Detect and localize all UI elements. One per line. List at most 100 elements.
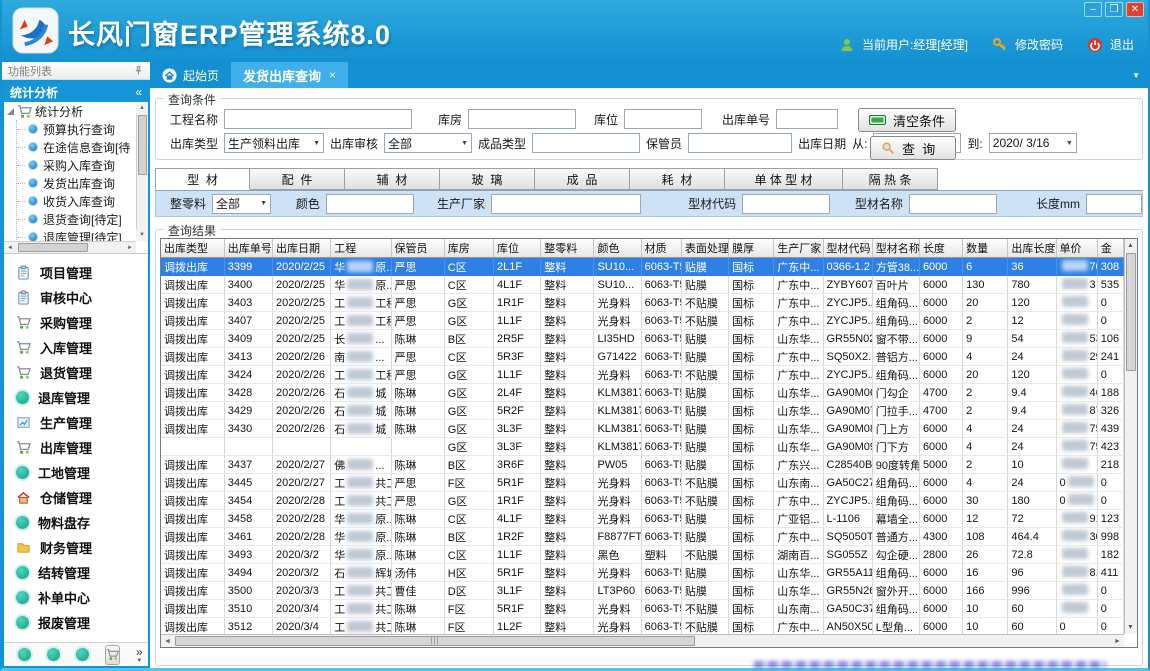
column-header[interactable]: 型材名称 <box>872 239 919 258</box>
whole-part-select[interactable]: 全部▼ <box>212 194 271 214</box>
material-tab[interactable]: 型 材 <box>155 168 250 190</box>
column-header[interactable]: 库房 <box>444 239 493 258</box>
material-tab[interactable]: 单 体 型 材 <box>725 168 843 190</box>
sidebar-more-button[interactable]: » ▼ <box>136 646 143 664</box>
sidebar-item[interactable]: 报废管理 <box>4 610 148 635</box>
column-header[interactable]: 整零料 <box>541 239 594 258</box>
table-row[interactable]: 调拨出库34302020/2/26石城陈琳G区3L3F整料KLM38176063… <box>161 420 1124 438</box>
profile-name-input[interactable] <box>909 194 997 214</box>
column-header[interactable]: 库位 <box>494 239 541 258</box>
table-row[interactable]: 调拨出库34132020/2/26南...严思C区5R3F整料G71422606… <box>161 348 1124 366</box>
table-row[interactable]: 调拨出库34452020/2/27工共工程严思F区5R1F整料光身料6063-T… <box>161 474 1124 492</box>
column-header[interactable]: 数量 <box>963 239 1008 258</box>
date-to-picker[interactable]: 2020/ 3/16▼ <box>989 133 1077 153</box>
cart-button[interactable] <box>105 645 120 665</box>
minimize-button[interactable]: – <box>1084 2 1102 17</box>
audit-select[interactable]: 全部▼ <box>384 133 472 153</box>
sidebar-item[interactable]: 退货管理 <box>4 360 148 385</box>
table-row[interactable]: 调拨出库34932020/3/2华原...陈琳C区1L1F整料黑色塑料不贴膜国标… <box>161 546 1124 564</box>
tree-expander-icon[interactable] <box>7 108 14 115</box>
column-header[interactable]: 出库长度 <box>1008 239 1056 258</box>
column-header[interactable]: 长度 <box>919 239 962 258</box>
scroll-right-icon[interactable]: ► <box>1111 635 1124 648</box>
sidebar-item[interactable]: 项目管理 <box>4 260 148 285</box>
tab-home[interactable]: 起始页 <box>150 62 231 88</box>
scroll-down-icon[interactable]: ▼ <box>1124 621 1137 634</box>
change-password-link[interactable]: 修改密码 <box>1015 36 1063 53</box>
sidebar-item[interactable]: 入库管理 <box>4 335 148 360</box>
table-row[interactable]: 调拨出库34282020/2/26石城陈琳G区2L4F整料KLM38176063… <box>161 384 1124 402</box>
column-header[interactable]: 表面处理 <box>681 239 728 258</box>
table-row[interactable]: 调拨出库34582020/2/28华原...陈琳C区4L1F整料光身料6063-… <box>161 510 1124 528</box>
column-header[interactable]: 膜厚 <box>729 239 774 258</box>
sidebar-item[interactable]: 采购管理 <box>4 310 148 335</box>
column-header[interactable]: 保管员 <box>391 239 444 258</box>
tree-item[interactable]: 退货查询[待定] <box>17 210 136 228</box>
warehouse-input[interactable] <box>468 109 576 129</box>
column-header[interactable]: 出库日期 <box>273 239 331 258</box>
tree-item[interactable]: 预算执行查询 <box>17 120 136 138</box>
table-row[interactable]: 调拨出库34612020/2/28华原...陈琳B区1R2F整料F8877FT6… <box>161 528 1124 546</box>
tree-root[interactable]: 统计分析 <box>4 102 136 120</box>
table-row[interactable]: 调拨出库35122020/3/4工共工程陈琳F区1L2F整料光身料6063-T5… <box>161 618 1124 636</box>
material-tab[interactable]: 配 件 <box>250 168 345 190</box>
circle-icon[interactable] <box>18 648 31 661</box>
scroll-left-icon[interactable]: ◄ <box>161 635 174 648</box>
maker-input[interactable] <box>491 194 641 214</box>
sidebar-item[interactable]: 审核中心 <box>4 285 148 310</box>
table-row[interactable]: 调拨出库34072020/2/25工工程严思G区1L1F整料光身料6063-T5… <box>161 312 1124 330</box>
tab-shipping-query[interactable]: 发货出库查询 × <box>231 62 348 88</box>
material-tab[interactable]: 成 品 <box>535 168 630 190</box>
tab-close-icon[interactable]: × <box>329 68 336 82</box>
project-name-input[interactable] <box>224 109 412 129</box>
keeper-input[interactable] <box>688 133 792 153</box>
column-header[interactable]: 出库单号 <box>224 239 272 258</box>
table-row[interactable]: 调拨出库34292020/2/26石城陈琳G区5R2F整料KLM38176063… <box>161 402 1124 420</box>
table-row[interactable]: 调拨出库35102020/3/4工共工程陈琳F区5R1F整料光身料6063-T5… <box>161 600 1124 618</box>
out-type-select[interactable]: 生产领料出库▼ <box>224 133 324 153</box>
column-header[interactable]: 工程 <box>331 239 391 258</box>
pin-icon[interactable] <box>133 65 144 76</box>
scrollbar-thumb[interactable] <box>1126 253 1136 371</box>
search-button[interactable]: 查 询 <box>870 136 956 160</box>
scroll-right-icon[interactable]: ► <box>124 242 136 254</box>
material-tab[interactable]: 耗 材 <box>630 168 725 190</box>
collapse-icon[interactable]: « <box>135 85 142 99</box>
table-row[interactable]: 调拨出库33992020/2/25华原...严思C区2L1F整料SU10...6… <box>161 258 1124 276</box>
scroll-up-icon[interactable]: ▲ <box>136 102 148 114</box>
material-tab[interactable]: 辅 材 <box>345 168 440 190</box>
table-row[interactable]: 调拨出库34032020/2/25工工程严思G区1R1F整料光身料6063-T5… <box>161 294 1124 312</box>
tree-item[interactable]: 退库管理[待定] <box>17 228 136 241</box>
table-row[interactable]: 调拨出库34372020/2/27佛...陈琳B区3R6F整料PW056063-… <box>161 456 1124 474</box>
table-row[interactable]: 调拨出库34942020/3/2石辉城汤伟H区5R1F整料光身料6063-T5贴… <box>161 564 1124 582</box>
length-input[interactable] <box>1086 194 1142 214</box>
sidebar-item[interactable]: 生产管理 <box>4 410 148 435</box>
table-row[interactable]: 调拨出库34092020/2/25长...陈琳B区2R5F整料LI35HD606… <box>161 330 1124 348</box>
column-header[interactable]: 型材代码 <box>823 239 872 258</box>
order-no-input[interactable] <box>776 109 838 129</box>
tree-item[interactable]: 收货入库查询 <box>17 192 136 210</box>
grid-vertical-scrollbar[interactable]: ▲ ▼ <box>1124 239 1137 634</box>
scrollbar-thumb[interactable]: ||| <box>175 636 695 646</box>
maximize-button[interactable]: ❐ <box>1105 2 1123 17</box>
circle-icon[interactable] <box>47 648 60 661</box>
tab-overflow-icon[interactable]: ▼ <box>1132 71 1140 80</box>
column-header[interactable]: 金 <box>1097 239 1123 258</box>
tree-item[interactable]: 发货出库查询 <box>17 174 136 192</box>
product-type-input[interactable] <box>532 133 640 153</box>
sidebar-item[interactable]: 财务管理 <box>4 535 148 560</box>
column-header[interactable]: 单价 <box>1056 239 1097 258</box>
close-button[interactable]: ✕ <box>1126 2 1144 17</box>
scroll-down-icon[interactable]: ▼ <box>136 229 148 241</box>
sidebar-item[interactable]: 补单中心 <box>4 585 148 610</box>
tree-horizontal-scrollbar[interactable]: ◄ ► <box>4 241 136 253</box>
sidebar-item[interactable]: 出库管理 <box>4 435 148 460</box>
material-tab[interactable]: 玻 璃 <box>440 168 535 190</box>
table-row[interactable]: G区3L3F整料KLM38176063-T5贴膜国标山东华...GA90M09.… <box>161 438 1124 456</box>
sidebar-item[interactable]: 仓储管理 <box>4 485 148 510</box>
circle-icon[interactable] <box>76 648 89 661</box>
column-header[interactable]: 颜色 <box>594 239 641 258</box>
location-input[interactable] <box>624 109 702 129</box>
scroll-up-icon[interactable]: ▲ <box>1124 239 1137 252</box>
tree-vertical-scrollbar[interactable]: ▲ ▼ <box>136 102 148 241</box>
